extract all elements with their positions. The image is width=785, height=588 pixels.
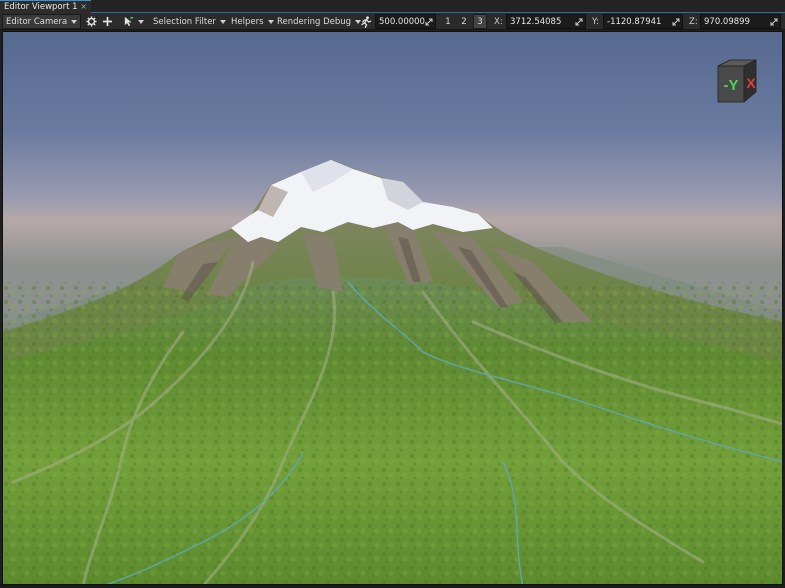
chevron-down-icon	[219, 19, 226, 24]
x-coordinate-value: 3712.54085	[510, 16, 562, 27]
helpers-menu[interactable]: Helpers	[231, 14, 274, 29]
close-icon[interactable]: ×	[80, 2, 87, 11]
expand-icon[interactable]	[575, 18, 583, 26]
gear-icon	[85, 16, 97, 27]
view-preset-1-label: 1	[445, 16, 451, 27]
cursor-icon	[124, 16, 133, 27]
running-man-icon	[361, 15, 372, 28]
camera-speed-value: 500.00000	[379, 16, 425, 27]
z-coordinate-value: 970.09899	[704, 16, 750, 27]
selection-filter-label: Selection Filter	[153, 16, 216, 27]
chevron-down-icon	[267, 19, 274, 24]
tab-editor-viewport[interactable]: Editor Viewport 1 ×	[0, 0, 91, 13]
3d-viewport[interactable]: -Y X	[2, 31, 783, 585]
y-coordinate-value: -1120.87941	[607, 16, 662, 27]
y-coordinate-label: Y:	[592, 16, 599, 27]
expand-icon[interactable]	[672, 18, 680, 26]
z-coordinate-field[interactable]: 970.09899	[700, 14, 781, 29]
gizmo-y-label: -Y	[724, 77, 739, 94]
x-coordinate-label: X:	[494, 16, 503, 27]
helpers-label: Helpers	[231, 16, 264, 27]
add-button[interactable]	[100, 14, 114, 29]
expand-icon[interactable]	[425, 18, 433, 26]
tab-title: Editor Viewport 1	[4, 2, 78, 12]
view-preset-3-label: 3	[477, 16, 483, 27]
orientation-cube-gizmo[interactable]: -Y X	[714, 58, 760, 104]
terrain-render	[3, 32, 782, 584]
chevron-down-icon	[71, 19, 77, 24]
select-mode-button[interactable]	[119, 14, 147, 29]
chevron-down-icon	[137, 19, 144, 24]
view-preset-3-button[interactable]: 3	[473, 14, 487, 29]
x-coordinate-field[interactable]: 3712.54085	[506, 14, 586, 29]
camera-dropdown[interactable]: Editor Camera	[2, 14, 81, 29]
rendering-debug-label: Rendering Debug	[277, 16, 352, 27]
camera-dropdown-label: Editor Camera	[6, 16, 68, 27]
selection-filter-menu[interactable]: Selection Filter	[153, 14, 226, 29]
y-coordinate-field[interactable]: -1120.87941	[603, 14, 683, 29]
z-coordinate-label: Z:	[689, 16, 698, 27]
tab-strip: Editor Viewport 1 ×	[0, 0, 785, 13]
rendering-debug-menu[interactable]: Rendering Debug	[277, 14, 362, 29]
view-preset-1-button[interactable]: 1	[441, 14, 455, 29]
plus-icon	[102, 16, 112, 27]
settings-button[interactable]	[84, 14, 98, 29]
expand-icon[interactable]	[770, 18, 778, 26]
view-preset-2-button[interactable]: 2	[457, 14, 471, 29]
viewport-toolbar: Editor Camera Selection Filter Helpers R…	[0, 13, 785, 30]
view-preset-2-label: 2	[461, 16, 467, 27]
camera-speed-field[interactable]: 500.00000	[375, 14, 436, 29]
camera-speed-icon-button	[359, 14, 373, 29]
gizmo-x-label: X	[746, 75, 756, 91]
